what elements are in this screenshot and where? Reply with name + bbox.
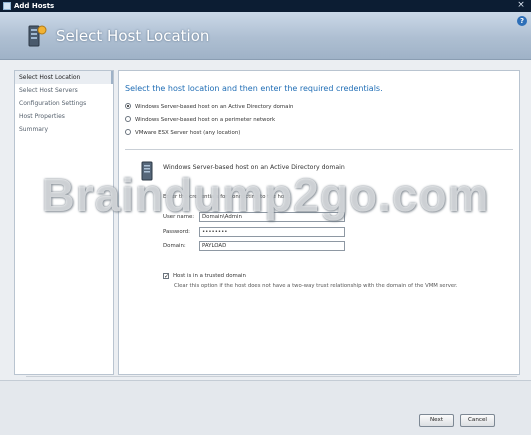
radio-perimeter-network[interactable] <box>125 116 131 122</box>
window-title: Add Hosts <box>14 2 55 10</box>
main-content: Select the host location and then enter … <box>118 70 520 375</box>
password-label: Password: <box>163 229 190 235</box>
next-button[interactable]: Next <box>419 414 454 427</box>
close-icon[interactable]: × <box>516 0 526 11</box>
credentials-instruction: Enter the credentials for connecting to … <box>163 194 291 200</box>
cancel-button[interactable]: Cancel <box>460 414 495 427</box>
domain-input[interactable] <box>199 241 345 251</box>
sidebar-item-select-host-servers[interactable]: Select Host Servers <box>15 84 113 97</box>
bottom-divider <box>26 376 517 377</box>
section-title: Windows Server-based host on an Active D… <box>163 164 345 171</box>
option-label: Windows Server-based host on a perimeter… <box>135 117 276 123</box>
sidebar-item-summary[interactable]: Summary <box>15 123 113 136</box>
option-active-directory[interactable]: Windows Server-based host on an Active D… <box>125 102 293 112</box>
password-input[interactable] <box>199 227 345 237</box>
trusted-domain-label: Host is in a trusted domain <box>173 273 246 279</box>
sidebar-item-select-host-location[interactable]: Select Host Location <box>15 71 113 84</box>
server-icon <box>141 161 153 183</box>
wizard-header: Select Host Location ? <box>0 12 531 60</box>
option-vmware-esx[interactable]: VMware ESX Server host (any location) <box>125 128 240 138</box>
option-perimeter-network[interactable]: Windows Server-based host on a perimeter… <box>125 115 275 125</box>
domain-label: Domain: <box>163 243 186 249</box>
option-label: VMware ESX Server host (any location) <box>135 130 241 136</box>
wizard-body: Select Host Location Select Host Servers… <box>0 60 531 380</box>
server-wizard-icon <box>26 24 48 50</box>
trusted-domain-note: Clear this option if the host does not h… <box>174 283 458 289</box>
radio-vmware-esx[interactable] <box>125 129 131 135</box>
app-icon <box>3 2 11 10</box>
divider <box>125 149 513 150</box>
help-icon[interactable]: ? <box>517 16 527 26</box>
wizard-footer: Next Cancel <box>0 380 531 435</box>
wizard-steps-sidebar: Select Host Location Select Host Servers… <box>14 70 114 375</box>
content-heading: Select the host location and then enter … <box>125 84 383 93</box>
user-name-input[interactable] <box>199 212 345 222</box>
window-titlebar: Add Hosts × <box>0 0 531 12</box>
user-name-label: User name: <box>163 214 195 220</box>
radio-active-directory[interactable] <box>125 103 131 109</box>
sidebar-item-host-properties[interactable]: Host Properties <box>15 110 113 123</box>
page-title: Select Host Location <box>56 27 210 45</box>
trusted-domain-checkbox[interactable]: ✓ <box>163 273 169 280</box>
option-label: Windows Server-based host on an Active D… <box>135 104 294 110</box>
trusted-domain-option[interactable]: ✓ Host is in a trusted domain <box>163 272 246 280</box>
sidebar-item-configuration-settings[interactable]: Configuration Settings <box>15 97 113 110</box>
